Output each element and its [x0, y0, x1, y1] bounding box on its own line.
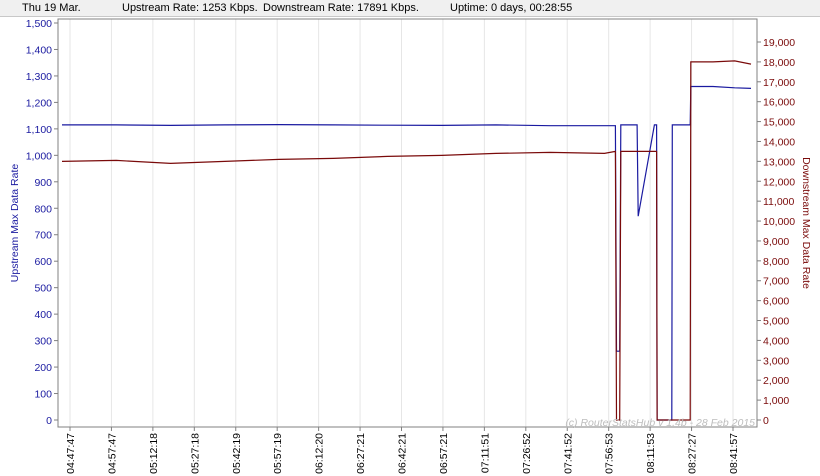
left-axis: 0 100 200 300 400 500 600 700 800 900 1,000 1,100 1,…	[26, 18, 58, 427]
left-tick-label: 1,100	[26, 124, 52, 136]
right-tick-label: 10,000	[763, 216, 795, 228]
left-tick-label: 1,400	[26, 44, 52, 56]
right-tick-label: 11,000	[763, 196, 794, 208]
watermark: (c) RouterStatsHub v 1.4b - 28 Feb 2015	[565, 417, 755, 429]
x-tick-label: 06:27:21	[355, 433, 367, 474]
left-tick-label: 1,500	[26, 18, 52, 30]
left-tick-label: 1,200	[26, 97, 52, 109]
x-tick-label: 07:41:52	[562, 433, 574, 474]
right-axis-label: Downstream Max Data Rate	[800, 157, 812, 289]
right-tick-label: 8,000	[763, 256, 789, 268]
x-tick-label: 07:26:52	[521, 433, 533, 474]
x-tick-label: 05:12:18	[148, 433, 160, 474]
x-tick-label: 07:11:51	[479, 433, 491, 473]
x-tick-label: 04:57:47	[106, 433, 118, 474]
right-tick-label: 19,000	[763, 37, 795, 49]
x-tick-label: 06:57:21	[438, 433, 450, 474]
right-tick-label: 5,000	[763, 316, 789, 328]
left-tick-label: 0	[46, 415, 52, 427]
x-tick-label: 08:11:53	[645, 433, 657, 473]
right-tick-label: 16,000	[763, 97, 795, 109]
x-tick-label: 08:41:57	[728, 433, 740, 474]
x-tick-label: 05:42:19	[231, 433, 243, 474]
left-tick-label: 700	[34, 230, 52, 242]
series-line	[62, 85, 752, 421]
right-tick-label: 17,000	[763, 77, 795, 89]
x-tick-label: 08:27:27	[687, 433, 699, 474]
right-tick-label: 1,000	[763, 395, 789, 407]
left-tick-label: 900	[34, 177, 52, 189]
x-tick-label: 06:12:20	[314, 433, 326, 474]
right-tick-label: 2,000	[763, 375, 789, 387]
right-tick-label: 6,000	[763, 296, 789, 308]
right-tick-label: 3,000	[763, 355, 789, 367]
left-tick-label: 1,300	[26, 71, 52, 83]
left-tick-label: 600	[34, 256, 52, 268]
x-axis: 04:47:47 04:57:47 05:12:18 05:27:18 05:42:19…	[65, 427, 740, 474]
right-tick-label: 13,000	[763, 156, 795, 168]
left-tick-label: 500	[34, 283, 52, 295]
left-tick-label: 1,000	[26, 150, 52, 162]
right-tick-label: 0	[763, 415, 769, 427]
x-tick-label: 05:27:18	[189, 433, 201, 474]
series-group	[61, 60, 752, 421]
right-tick-label: 14,000	[763, 136, 795, 148]
x-tick-label: 07:56:53	[604, 433, 616, 474]
right-tick-label: 4,000	[763, 335, 789, 347]
plot-frame	[57, 18, 758, 428]
left-axis-label: Upstream Max Data Rate	[9, 164, 21, 283]
right-tick-label: 12,000	[763, 176, 795, 188]
left-tick-label: 800	[34, 203, 52, 215]
x-tick-label: 04:47:47	[65, 433, 77, 474]
left-tick-label: 400	[34, 309, 52, 321]
right-tick-label: 15,000	[763, 117, 795, 129]
right-axis: 0 1,000 2,000 3,000 4,000 5,000 6,000 7,000 8,00…	[757, 37, 795, 427]
right-tick-label: 7,000	[763, 276, 789, 288]
right-tick-label: 9,000	[763, 236, 789, 248]
series-line	[61, 60, 752, 421]
left-tick-label: 100	[34, 389, 52, 401]
data-rate-chart: 0 100 200 300 400 500 600 700 800 900 1,000 1,100 1,…	[9, 18, 812, 474]
left-tick-label: 300	[34, 336, 52, 348]
right-tick-label: 18,000	[763, 57, 795, 69]
x-tick-label: 05:57:19	[272, 433, 284, 474]
left-tick-label: 200	[34, 362, 52, 374]
x-tick-label: 06:42:21	[397, 433, 409, 474]
grid	[69, 19, 734, 427]
